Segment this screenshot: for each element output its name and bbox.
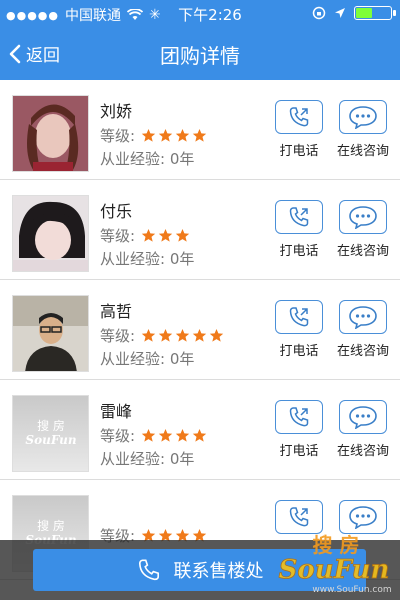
chat-bubble-icon bbox=[349, 406, 377, 429]
svg-text:搜 房: 搜 房 bbox=[37, 418, 65, 433]
chat-label: 在线咨询 bbox=[336, 344, 389, 359]
call-label: 打电话 bbox=[279, 444, 319, 459]
phone-icon bbox=[289, 107, 309, 127]
chat-bubble-icon bbox=[349, 206, 377, 229]
star-icon bbox=[141, 428, 156, 442]
star-icon bbox=[175, 328, 190, 342]
contact-sales-office-label: 联系售楼处 bbox=[173, 561, 264, 582]
star-icon bbox=[175, 128, 190, 142]
avatar bbox=[12, 295, 89, 372]
consultant-experience: 从业经验: 0年 bbox=[100, 450, 195, 468]
rating-stars bbox=[141, 428, 207, 443]
signal-dots-icon: ●●●●● bbox=[6, 8, 59, 22]
list-item: 高哲 等级: 从业经验: 0年 打电话 在线咨询 bbox=[0, 280, 400, 380]
svg-text:搜 房: 搜 房 bbox=[313, 533, 360, 557]
rating-stars bbox=[141, 128, 207, 143]
chat-button[interactable]: 在线咨询 bbox=[331, 200, 395, 259]
consultant-name: 高哲 bbox=[100, 302, 133, 321]
star-icon bbox=[192, 328, 207, 342]
consultant-level: 等级: bbox=[100, 225, 190, 246]
consultant-experience: 从业经验: 0年 bbox=[100, 250, 195, 268]
level-label: 等级: bbox=[100, 427, 136, 445]
level-label: 等级: bbox=[100, 127, 136, 145]
rotation-lock-icon bbox=[312, 6, 326, 20]
nav-bar: 返回 团购详情 bbox=[0, 28, 400, 80]
svg-text:搜 房: 搜 房 bbox=[37, 518, 65, 533]
list-item: 付乐 等级: 从业经验: 0年 打电话 在线咨询 bbox=[0, 180, 400, 280]
call-button[interactable]: 打电话 bbox=[268, 400, 330, 459]
activity-spinner-icon: ✳ bbox=[149, 7, 161, 23]
svg-text:www.SouFun.com: www.SouFun.com bbox=[312, 585, 391, 595]
phone-icon bbox=[289, 207, 309, 227]
star-icon bbox=[192, 428, 207, 442]
star-icon bbox=[175, 428, 190, 442]
consultant-experience: 从业经验: 0年 bbox=[100, 150, 195, 168]
battery-icon bbox=[354, 6, 396, 20]
location-arrow-icon bbox=[335, 8, 345, 18]
level-label: 等级: bbox=[100, 327, 136, 345]
chat-label: 在线咨询 bbox=[336, 444, 389, 459]
phone-icon bbox=[289, 507, 309, 527]
placeholder-avatar-image: 搜 房SouFun bbox=[13, 396, 88, 471]
page-title: 团购详情 bbox=[160, 44, 240, 68]
list-item: 刘娇 等级: 从业经验: 0年 打电话 在线咨询 bbox=[0, 80, 400, 180]
chat-button[interactable]: 在线咨询 bbox=[331, 400, 395, 459]
star-icon bbox=[141, 328, 156, 342]
phone-icon bbox=[289, 307, 309, 327]
rating-stars bbox=[141, 328, 224, 343]
consultant-level: 等级: bbox=[100, 325, 224, 346]
consultant-level: 等级: bbox=[100, 425, 207, 446]
chat-button[interactable]: 在线咨询 bbox=[331, 100, 395, 159]
chat-button[interactable] bbox=[331, 500, 395, 534]
star-icon bbox=[209, 328, 224, 342]
avatar bbox=[12, 95, 89, 172]
star-icon bbox=[158, 228, 173, 242]
star-icon bbox=[192, 128, 207, 142]
call-button[interactable]: 打电话 bbox=[268, 100, 330, 159]
status-right bbox=[312, 6, 396, 20]
call-button[interactable]: 打电话 bbox=[268, 300, 330, 359]
phone-icon bbox=[138, 559, 159, 581]
list-item: 搜 房 SouFun 雷峰 等级: 从业经验: 0年 打电话 在线咨询 bbox=[0, 380, 400, 480]
consultant-list: 刘娇 等级: 从业经验: 0年 打电话 在线咨询 付乐 等级: 从业经验: 0年… bbox=[0, 80, 400, 600]
avatar: 搜 房SouFun bbox=[12, 395, 89, 472]
status-time: 下午2:26 bbox=[178, 6, 242, 24]
svg-text:SouFun: SouFun bbox=[25, 433, 76, 447]
consultant-name: 雷峰 bbox=[100, 402, 133, 421]
chat-bubble-icon bbox=[349, 106, 377, 129]
phone-icon bbox=[289, 407, 309, 427]
carrier-label: 中国联通 bbox=[65, 8, 121, 24]
chat-button[interactable]: 在线咨询 bbox=[331, 300, 395, 359]
soufun-watermark-logo: 搜 房 SouFun www.SouFun.com bbox=[278, 533, 391, 595]
star-icon bbox=[141, 128, 156, 142]
chat-label: 在线咨询 bbox=[336, 244, 389, 259]
chat-bubble-icon bbox=[349, 306, 377, 329]
call-label: 打电话 bbox=[279, 144, 319, 159]
consultant-experience: 从业经验: 0年 bbox=[100, 350, 195, 368]
star-icon bbox=[158, 328, 173, 342]
status-left: ●●●●● 中国联通 ✳ bbox=[6, 5, 161, 25]
star-icon bbox=[158, 428, 173, 442]
rating-stars bbox=[141, 228, 190, 243]
chat-bubble-icon bbox=[349, 506, 377, 529]
wifi-icon bbox=[127, 9, 143, 20]
svg-text:SouFun: SouFun bbox=[279, 555, 390, 585]
chat-label: 在线咨询 bbox=[336, 144, 389, 159]
call-label: 打电话 bbox=[279, 244, 319, 259]
level-label: 等级: bbox=[100, 227, 136, 245]
star-icon bbox=[158, 128, 173, 142]
avatar bbox=[12, 195, 89, 272]
star-icon bbox=[141, 228, 156, 242]
call-button[interactable] bbox=[268, 500, 330, 534]
status-bar: ●●●●● 中国联通 ✳ 下午2:26 bbox=[0, 0, 400, 28]
consultant-name: 付乐 bbox=[100, 202, 133, 221]
call-button[interactable]: 打电话 bbox=[268, 200, 330, 259]
battery-level bbox=[356, 8, 373, 18]
consultant-level: 等级: bbox=[100, 125, 207, 146]
consultant-name: 刘娇 bbox=[100, 102, 133, 121]
call-label: 打电话 bbox=[279, 344, 319, 359]
star-icon bbox=[175, 228, 190, 242]
